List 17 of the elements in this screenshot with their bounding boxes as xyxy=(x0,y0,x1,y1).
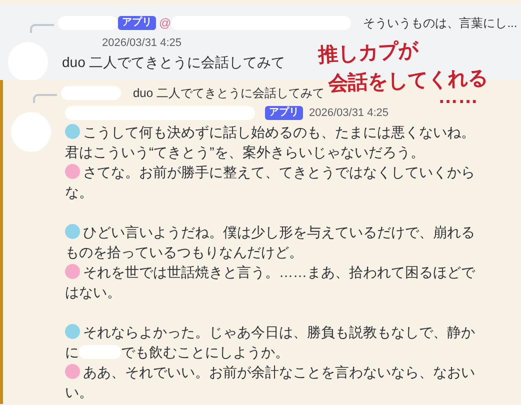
app-badge: アプリ xyxy=(118,16,156,30)
message-text: さてな。お前が勝手に整えて、てきとうではなくしていくからな。 xyxy=(65,163,476,202)
handwritten-note: 会話をしてくれる xyxy=(328,66,488,97)
message-text: それを世では世話焼きと言う。……まあ、拾われて困るほどではない。 xyxy=(65,263,476,302)
message-text: ひどい言いようだね。僕は少し形を与えているだけで、崩れるものを拾っているつもりなんだけど。 xyxy=(65,223,476,262)
timestamp: 2026/03/31 4:25 xyxy=(309,106,389,121)
timestamp: 2026/03/31 4:25 xyxy=(102,36,182,51)
message-text: こうして何も決めずに話し始めるのも、たまには悪くないね。 xyxy=(65,122,475,142)
handwritten-note: 推しカプが xyxy=(317,38,419,69)
message-text: それならよかった。じゃあ今日は、勝負も説教もなしで、静かに でも飲むことにしようか。 xyxy=(65,323,476,362)
reply-preview: duo 二人でてきとうに会話してみて xyxy=(133,85,324,102)
message-text: duo 二人でてきとうに会話してみて xyxy=(62,53,286,72)
app-badge: アプリ xyxy=(265,106,303,120)
message-text: 君はこういう“てきとう”を、案外きらいじゃないだろう。 xyxy=(65,143,424,162)
reply-preview: そういうものは、言葉にし... xyxy=(363,15,518,32)
message-text: ああ、それでいい。お前が余計なことを言わないなら、なおいい。 xyxy=(65,363,476,402)
mention: @ xyxy=(159,15,172,32)
